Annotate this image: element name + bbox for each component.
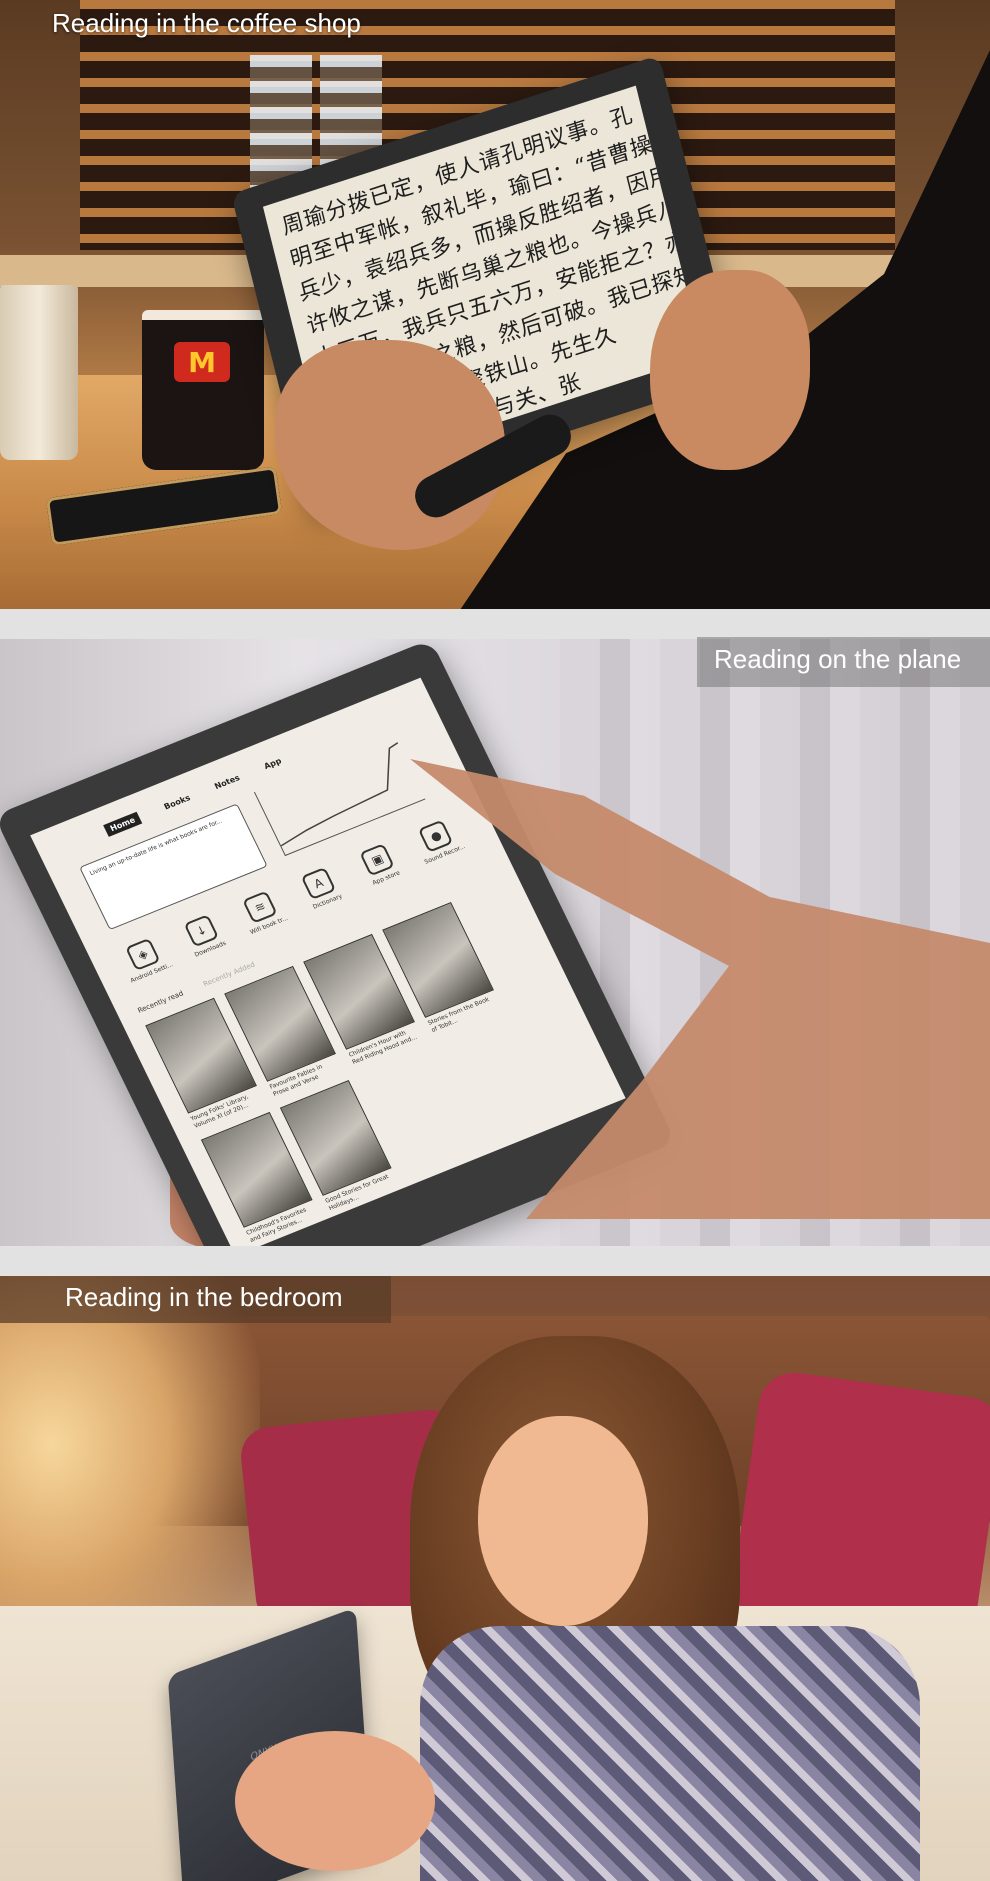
plaid-shirt bbox=[420, 1626, 920, 1881]
plane-photo: Home Books Notes App Living an up-to-dat… bbox=[0, 639, 990, 1246]
girl-face bbox=[478, 1416, 648, 1626]
tab-books: Books bbox=[162, 793, 192, 812]
ereader-home-screen: Home Books Notes App Living an up-to-dat… bbox=[30, 677, 626, 1246]
wifi-transfer-icon: ≋ bbox=[242, 890, 278, 924]
divider bbox=[0, 1246, 990, 1276]
mcdonalds-cup bbox=[142, 310, 264, 470]
tab-recently-read: Recently read bbox=[136, 989, 185, 1015]
dictionary-icon: A bbox=[300, 866, 337, 900]
caption-plane: Reading on the plane bbox=[714, 644, 962, 674]
download-icon: ↓ bbox=[183, 914, 220, 948]
right-hand bbox=[650, 270, 810, 470]
sound-recorder-icon: ● bbox=[418, 819, 454, 853]
caption-coffee-shop: Reading in the coffee shop bbox=[52, 8, 361, 38]
app-android-settings: ◈ Android Setti... bbox=[110, 932, 180, 987]
app-dictionary: A Dictionary bbox=[286, 861, 356, 916]
divider bbox=[0, 609, 990, 639]
girl-hand bbox=[235, 1731, 435, 1871]
app-sound-recorder: ● Sound Recor... bbox=[403, 813, 473, 868]
tab-notes: Notes bbox=[213, 773, 242, 792]
app-store-icon: ▣ bbox=[359, 843, 396, 877]
bedroom-photo: ONYX bbox=[0, 1276, 990, 1881]
app-downloads: ↓ Downloads bbox=[169, 908, 239, 963]
tab-home: Home bbox=[103, 811, 143, 837]
coffee-shop-photo: 周瑜分拨已定，使人请孔明议事。孔 明至中军帐，叙礼毕，瑜曰：“昔曹操 兵少，袁绍… bbox=[0, 0, 990, 609]
caption-bedroom: Reading in the bedroom bbox=[65, 1282, 343, 1312]
app-store: ▣ App store bbox=[345, 837, 415, 892]
tab-app: App bbox=[262, 756, 283, 772]
android-icon: ◈ bbox=[125, 937, 161, 972]
paper-cup bbox=[0, 285, 78, 460]
app-wifi-transfer: ≋ Wifi book tr... bbox=[227, 884, 297, 939]
